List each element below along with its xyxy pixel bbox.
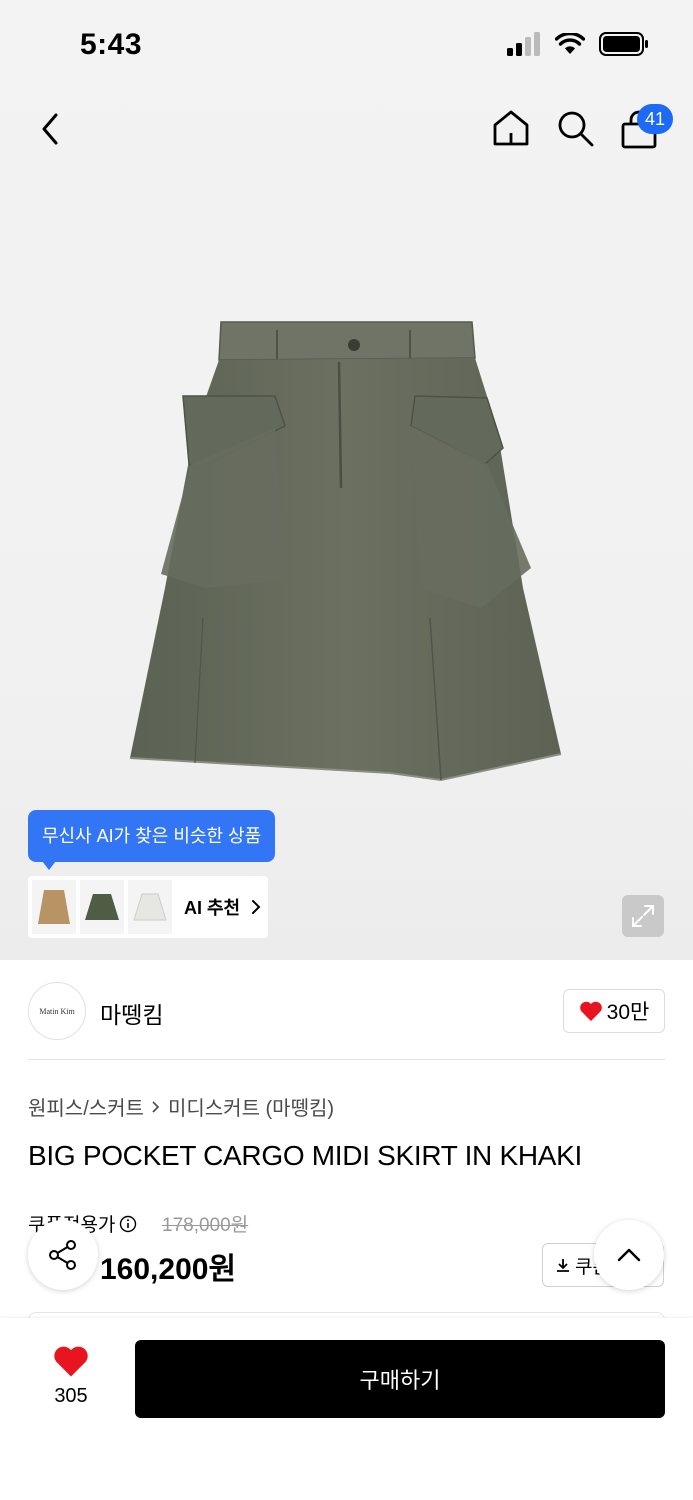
wifi-icon (555, 33, 585, 54)
home-icon[interactable] (490, 107, 532, 149)
ai-recommend-label[interactable]: AI 추천 (184, 894, 240, 920)
breadcrumb: 원피스/스커트 미디스커트 (마뗑킴) (28, 1092, 334, 1121)
cart-count-badge: 41 (637, 104, 673, 134)
buy-button[interactable]: 구매하기 (135, 1340, 665, 1418)
wishlist-button[interactable]: 305 (40, 1344, 102, 1408)
brand-row: Matin Kim 마뗑킴 30만 (28, 980, 665, 1060)
wishlist-count: 305 (54, 1385, 88, 1407)
status-icons (507, 32, 649, 56)
bottom-action-bar: 305 구매하기 (0, 1318, 693, 1500)
buy-button-label: 구매하기 (359, 1368, 441, 1393)
download-icon (557, 1259, 569, 1272)
expand-image-button[interactable] (622, 895, 664, 937)
heart-icon (579, 1001, 602, 1021)
info-icon[interactable] (119, 1215, 137, 1233)
scroll-to-top-button[interactable] (594, 1220, 664, 1290)
brand-logo[interactable]: Matin Kim (28, 982, 86, 1040)
status-time: 5:43 (80, 28, 143, 61)
brand-like-count: 30만 (606, 1001, 650, 1024)
product-image-area: 5:43 41 무신사 AI가 찾은 비슷한 상품 AI 추천 (0, 0, 693, 960)
share-button[interactable] (28, 1220, 98, 1290)
ai-recommend-strip[interactable]: AI 추천 (28, 876, 268, 938)
sale-price: 160,200원 (100, 1253, 237, 1286)
battery-icon (599, 32, 648, 56)
product-photo-skirt[interactable] (125, 318, 570, 790)
top-navigation (0, 95, 693, 165)
breadcrumb-category[interactable]: 원피스/스커트 (28, 1092, 144, 1121)
ai-thumb-beige-skirt[interactable] (32, 880, 76, 934)
heart-icon (54, 1346, 88, 1377)
original-price: 178,000원 (162, 1215, 249, 1236)
status-bar: 5:43 (0, 0, 693, 90)
ai-thumb-white-skirt[interactable] (128, 880, 172, 934)
back-arrow-icon[interactable] (34, 109, 68, 149)
search-icon[interactable] (554, 107, 596, 149)
signal-icon (507, 32, 540, 56)
ai-thumb-green-skirt[interactable] (80, 880, 124, 934)
ai-tooltip-text: 무신사 AI가 찾은 비슷한 상품 (42, 826, 262, 846)
brand-like-button[interactable]: 30만 (563, 989, 665, 1033)
product-title: BIG POCKET CARGO MIDI SKIRT IN KHAKI (28, 1140, 582, 1171)
chevron-up-icon (617, 1248, 641, 1262)
chevron-right-icon (252, 900, 261, 914)
breadcrumb-subcategory[interactable]: 미디스커트 (마뗑킴) (168, 1092, 334, 1121)
brand-logo-text: Matin Kim (39, 1006, 75, 1016)
ai-similar-tooltip[interactable]: 무신사 AI가 찾은 비슷한 상품 (28, 810, 276, 870)
chevron-right-icon (152, 1100, 160, 1113)
brand-name[interactable]: 마뗑킴 (100, 996, 163, 1030)
expand-icon (632, 905, 654, 927)
share-icon (49, 1240, 76, 1270)
